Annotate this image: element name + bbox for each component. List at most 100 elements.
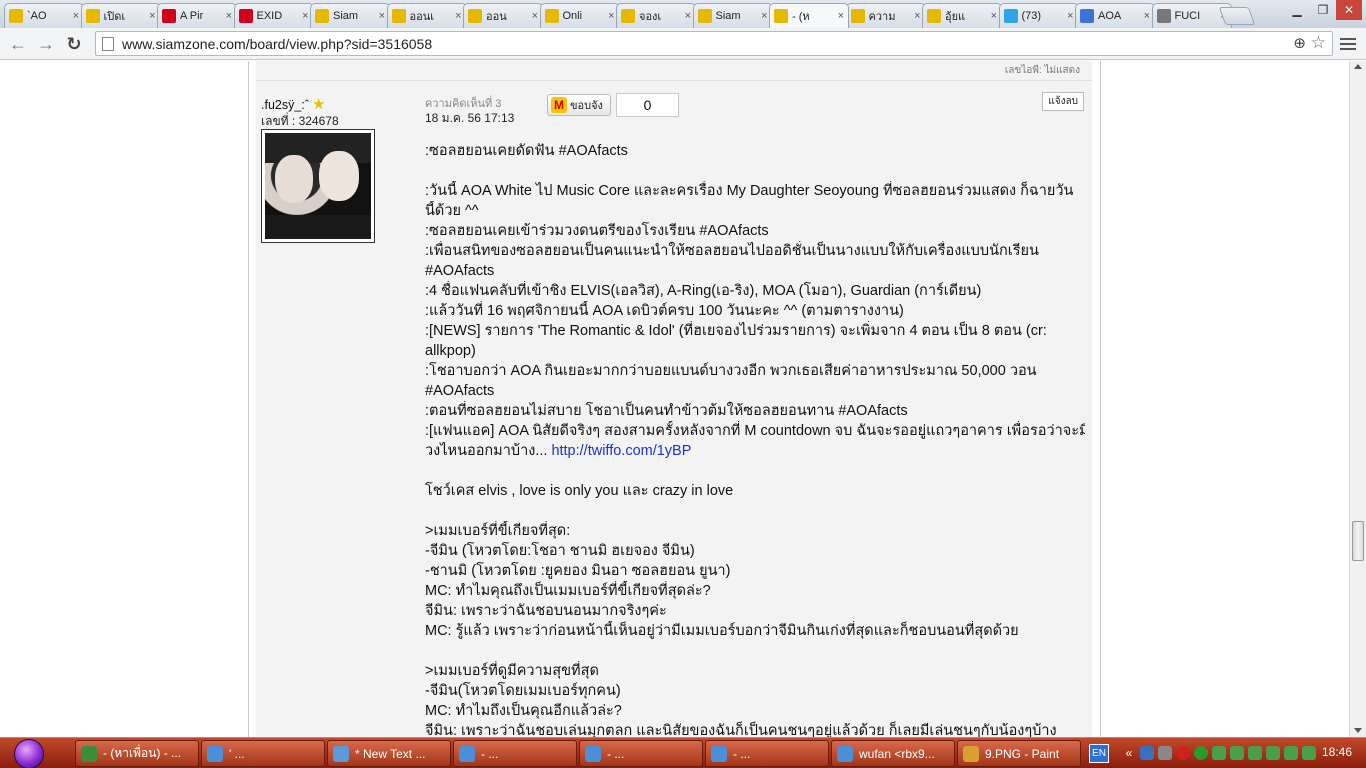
browser-tab[interactable]: ความ × xyxy=(845,3,926,28)
taskbar-button[interactable]: - ... xyxy=(579,740,703,767)
text-line: #AOAfacts xyxy=(425,383,495,399)
text-line: :4 ชื่อแฟนคลับที่เข้าชิง ELVIS(เอลวิส), … xyxy=(425,283,982,299)
browser-tab[interactable]: Onli × xyxy=(539,3,620,28)
siamzone-icon xyxy=(850,9,865,23)
browser-tab[interactable]: `AO × xyxy=(4,3,84,28)
volume-icon[interactable] xyxy=(1158,746,1172,760)
tray-expand-icon[interactable]: « xyxy=(1122,746,1136,760)
minimize-button[interactable]: ▁ xyxy=(1284,0,1310,20)
tab-close-icon[interactable]: × xyxy=(1067,10,1073,22)
messenger-icon xyxy=(711,745,727,762)
tab-close-icon[interactable]: × xyxy=(1144,10,1150,22)
browser-menu-button[interactable] xyxy=(1340,34,1360,54)
taskbar-clock[interactable]: 18:46 xyxy=(1322,745,1352,759)
browser-tab[interactable]: Siam × xyxy=(692,3,773,28)
text-line: #AOAfacts xyxy=(425,263,495,279)
tab-label: ออนเ xyxy=(409,11,435,23)
close-window-button[interactable]: ✕ xyxy=(1336,0,1362,20)
siamzone-icon xyxy=(9,9,23,23)
new-tab-button[interactable] xyxy=(1218,7,1256,25)
back-button[interactable]: ← xyxy=(6,32,30,56)
forward-button[interactable]: → xyxy=(34,32,58,56)
messenger-tray-icon[interactable] xyxy=(1284,746,1298,760)
taskbar-label: 9.PNG - Paint xyxy=(985,746,1060,761)
address-bar[interactable]: www.siamzone.com/board/view.php?sid=3516… xyxy=(95,31,1333,56)
taskbar-label: wufan <rbx9... xyxy=(859,746,935,761)
thanks-button[interactable]: M ขอบจัง xyxy=(547,94,611,116)
text-line: จีมิน: เพราะว่าฉันชอบเล่นมุกตลก และนิสัย… xyxy=(425,723,1057,737)
restore-button[interactable]: ❐ xyxy=(1310,0,1336,20)
text-line: :เพื่อนสนิทของซอลฮยอนเป็นคนแนะนำให้ซอลฮย… xyxy=(425,243,1039,259)
browser-toolbar: ← → ↻ www.siamzone.com/board/view.php?si… xyxy=(0,28,1366,60)
start-button[interactable] xyxy=(14,739,44,768)
tab-close-icon[interactable]: × xyxy=(608,10,614,22)
browser-tab[interactable]: (73) × xyxy=(998,3,1079,28)
siamzone-icon xyxy=(544,9,559,23)
url-text[interactable]: www.siamzone.com/board/view.php?sid=3516… xyxy=(122,36,432,52)
author-name[interactable]: .fu2sÿ_:ˆ ★ xyxy=(261,95,325,113)
tab-close-icon[interactable]: × xyxy=(991,10,997,22)
tab-close-icon[interactable]: × xyxy=(685,10,691,22)
text-line: :วันนี้ AOA White ไป Music Core และละครเ… xyxy=(425,183,1074,199)
tab-close-icon[interactable]: × xyxy=(379,10,385,22)
avatar[interactable] xyxy=(261,129,375,243)
tab-close-icon[interactable]: × xyxy=(838,10,844,22)
messenger-tray-icon[interactable] xyxy=(1248,746,1262,760)
taskbar-button[interactable]: - ... xyxy=(453,740,577,767)
browser-tab[interactable]: A Pir × xyxy=(157,3,237,28)
text-line: >เมมเบอร์ที่ขี้เกียจที่สุด: xyxy=(425,523,571,539)
tab-close-icon[interactable]: × xyxy=(302,10,308,22)
browser-tab[interactable]: ออนเ × xyxy=(386,3,467,28)
scroll-up-icon[interactable] xyxy=(1354,64,1362,69)
utorrent-icon[interactable] xyxy=(1194,746,1208,760)
browser-tab[interactable]: - (ห × xyxy=(769,3,849,28)
text-line: :ซอลฮยอนเคยเข้าร่วมวงดนตรีของโรงเรียน #A… xyxy=(425,223,769,239)
taskbar-button[interactable]: ' ... xyxy=(201,740,325,767)
taskbar-button[interactable]: * New Text ... xyxy=(327,740,451,767)
tab-close-icon[interactable]: × xyxy=(761,10,767,22)
page-scrollbar[interactable] xyxy=(1349,61,1366,737)
language-indicator[interactable]: EN xyxy=(1089,744,1109,763)
browser-tab[interactable]: Siam × xyxy=(310,3,390,28)
browser-tab[interactable]: AOA × xyxy=(1075,3,1155,28)
tab-label: Siam xyxy=(715,10,741,22)
browser-tab[interactable]: เปิดเ × xyxy=(80,3,161,28)
messenger-tray-icon[interactable] xyxy=(1266,746,1280,760)
zoom-icon[interactable]: ⊕ xyxy=(1293,34,1306,52)
taskbar-button[interactable]: - (หาเพื่อน) - ... xyxy=(75,740,199,767)
browser-tab[interactable]: อุ้ยแ × xyxy=(922,3,1002,28)
tab-label: Onli xyxy=(562,10,583,22)
reload-icon: ↻ xyxy=(66,33,82,54)
messenger-tray-icon[interactable] xyxy=(1302,746,1316,760)
tab-label: (73) xyxy=(1021,10,1042,22)
tab-label: `AO xyxy=(27,10,47,22)
taskbar-button[interactable]: wufan <rbx9... xyxy=(831,740,955,767)
browser-tab[interactable]: EXID × xyxy=(233,3,314,28)
bookmark-star-icon[interactable]: ☆ xyxy=(1311,33,1326,53)
browser-tab[interactable]: ออน × xyxy=(463,3,543,28)
alert-icon[interactable] xyxy=(1176,746,1190,760)
username[interactable]: .fu2sÿ_:ˆ xyxy=(261,98,309,112)
tab-close-icon[interactable]: × xyxy=(914,10,920,22)
tab-close-icon[interactable]: × xyxy=(532,10,538,22)
tab-close-icon[interactable]: × xyxy=(73,10,79,22)
youtube-icon xyxy=(238,9,253,23)
reload-button[interactable]: ↻ xyxy=(62,32,86,56)
tab-close-icon[interactable]: × xyxy=(226,10,232,22)
tab-close-icon[interactable]: × xyxy=(149,10,155,22)
browser-tab[interactable]: จองเ × xyxy=(616,3,696,28)
twiffo-link[interactable]: http://twiffo.com/1yBP xyxy=(551,443,691,459)
scroll-down-icon[interactable] xyxy=(1354,728,1362,733)
tab-label: AOA xyxy=(1098,10,1122,22)
tab-close-icon[interactable]: × xyxy=(455,10,461,22)
messenger-icon xyxy=(837,745,853,762)
taskbar-button[interactable]: 9.PNG - Paint xyxy=(957,740,1081,767)
messenger-tray-icon[interactable] xyxy=(1212,746,1226,760)
report-button[interactable]: แจ้งลบ xyxy=(1042,92,1084,111)
text-line: โชว์เคส elvis , love is only you และ cra… xyxy=(425,483,734,499)
taskbar-button[interactable]: - ... xyxy=(705,740,829,767)
network-icon[interactable] xyxy=(1140,746,1154,760)
scroll-thumb[interactable] xyxy=(1352,521,1364,561)
messenger-tray-icon[interactable] xyxy=(1230,746,1244,760)
